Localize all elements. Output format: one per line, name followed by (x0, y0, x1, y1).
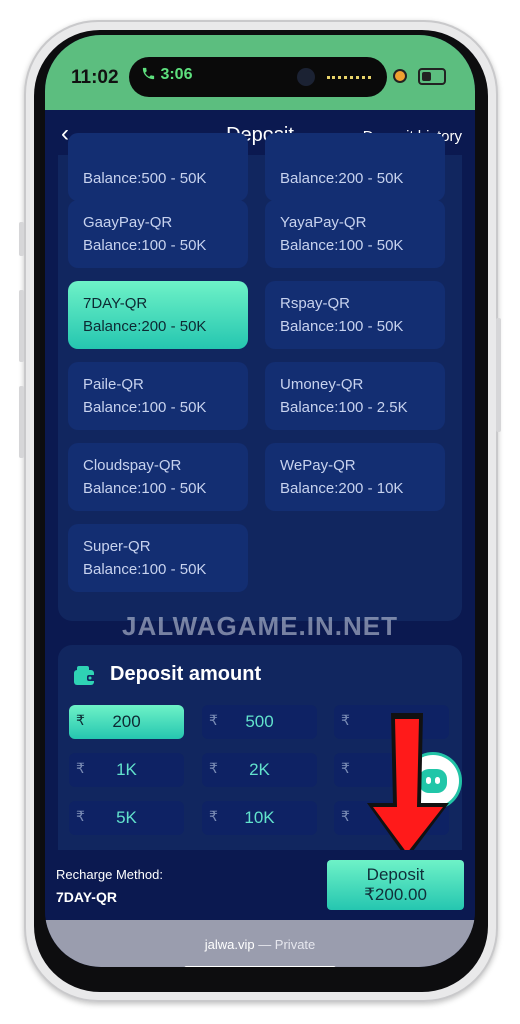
channel-name: WePay-QR (280, 457, 356, 474)
volume-down-button (19, 386, 24, 458)
channel-balance: Balance:200 - 10K (280, 480, 404, 497)
amount-chip-10k[interactable]: ₹ 10K (202, 801, 317, 835)
channel-card-cloudspay[interactable]: Cloudspay-QR Balance:100 - 50K (68, 443, 248, 511)
channel-name: GaayPay-QR (83, 214, 173, 231)
channel-card-super[interactable]: Super-QR Balance:100 - 50K (68, 524, 248, 592)
camera-dot (297, 68, 315, 86)
channel-card-gaaypay[interactable]: GaayPay-QR Balance:100 - 50K (68, 200, 248, 268)
amount-chip-200[interactable]: ₹ 200 (69, 705, 184, 739)
channel-balance: Balance:100 - 50K (83, 237, 207, 254)
action-button (19, 222, 24, 256)
amount-value: 1K (116, 760, 137, 779)
channel-balance: Balance:100 - 50K (83, 399, 207, 416)
channel-card[interactable]: Balance:200 - 50K (265, 133, 445, 201)
channel-name: Cloudspay-QR (83, 457, 182, 474)
red-arrow-icon (367, 713, 449, 859)
channel-name: 7DAY-QR (83, 295, 148, 312)
audio-waveform (327, 76, 371, 79)
phone-icon (142, 67, 155, 80)
amount-value: 200 (112, 712, 141, 731)
channel-card-paile[interactable]: Paile-QR Balance:100 - 50K (68, 362, 248, 430)
channel-balance: Balance:100 - 2.5K (280, 399, 408, 416)
channel-balance: Balance:100 - 50K (280, 318, 404, 335)
rupee-icon: ₹ (341, 760, 350, 776)
channel-card-yayapay[interactable]: YayaPay-QR Balance:100 - 50K (265, 200, 445, 268)
recharge-method-label: Recharge Method: (56, 867, 163, 882)
browser-address-bar[interactable]: jalwa.vip — Private (45, 920, 475, 967)
wallet-icon (74, 666, 96, 685)
privacy-indicator-dot (395, 71, 405, 81)
call-indicator[interactable]: 3:06 (141, 66, 192, 84)
channel-balance: Balance:100 - 50K (280, 237, 404, 254)
amount-chip-2k[interactable]: ₹ 2K (202, 753, 317, 787)
recharge-method-value: 7DAY-QR (56, 889, 117, 905)
channel-balance: Balance:500 - 50K (83, 170, 207, 187)
address-text[interactable]: jalwa.vip — Private (45, 937, 475, 952)
channel-name: Super-QR (83, 538, 151, 555)
volume-up-button (19, 290, 24, 362)
screen: 11:02 3:06 ‹ Deposit Deposit history Bal… (45, 35, 475, 967)
rupee-icon: ₹ (341, 808, 350, 824)
watermark-text: JALWAGAME.IN.NET (121, 611, 398, 641)
amount-chip-5k[interactable]: ₹ 5K (69, 801, 184, 835)
channel-card-7day-selected[interactable]: 7DAY-QR Balance:200 - 50K (68, 281, 248, 349)
amount-value: 5K (116, 808, 137, 827)
amount-value: 10K (244, 808, 275, 827)
channel-name: Umoney-QR (280, 376, 364, 393)
channel-name: Rspay-QR (280, 295, 351, 312)
channel-card-rspay[interactable]: Rspay-QR Balance:100 - 50K (265, 281, 445, 349)
recharge-footer: Recharge Method: 7DAY-QR Deposit ₹200.00 (45, 850, 475, 920)
rupee-icon: ₹ (341, 712, 350, 728)
channel-balance: Balance:200 - 50K (83, 318, 207, 335)
amount-value: 500 (245, 712, 274, 731)
status-bar: 11:02 3:06 (45, 35, 475, 110)
channel-card[interactable]: Balance:500 - 50K (68, 133, 248, 201)
payment-channel-panel: Balance:500 - 50K Balance:200 - 50K Gaay… (58, 133, 462, 621)
channel-name: Paile-QR (83, 376, 144, 393)
private-mode-label: — Private (254, 937, 316, 952)
channel-name: YayaPay-QR (280, 214, 367, 231)
amount-value: 2K (249, 760, 270, 779)
status-time: 11:02 (71, 67, 119, 88)
power-button (496, 318, 501, 432)
amount-chip-1k[interactable]: ₹ 1K (69, 753, 184, 787)
call-time: 3:06 (160, 66, 193, 83)
battery-icon (418, 68, 446, 85)
channel-balance: Balance:100 - 50K (83, 480, 207, 497)
channel-balance: Balance:100 - 50K (83, 561, 207, 578)
deposit-amount-title: Deposit amount (110, 663, 262, 685)
amount-chip-500[interactable]: ₹ 500 (202, 705, 317, 739)
channel-balance: Balance:200 - 50K (280, 170, 404, 187)
home-indicator[interactable] (184, 966, 336, 967)
domain-text: jalwa.vip (204, 937, 255, 952)
deposit-button[interactable]: Deposit ₹200.00 (327, 860, 464, 910)
channel-card-wepay[interactable]: WePay-QR Balance:200 - 10K (265, 443, 445, 511)
dynamic-island[interactable]: 3:06 (129, 57, 387, 97)
channel-card-umoney[interactable]: Umoney-QR Balance:100 - 2.5K (265, 362, 445, 430)
